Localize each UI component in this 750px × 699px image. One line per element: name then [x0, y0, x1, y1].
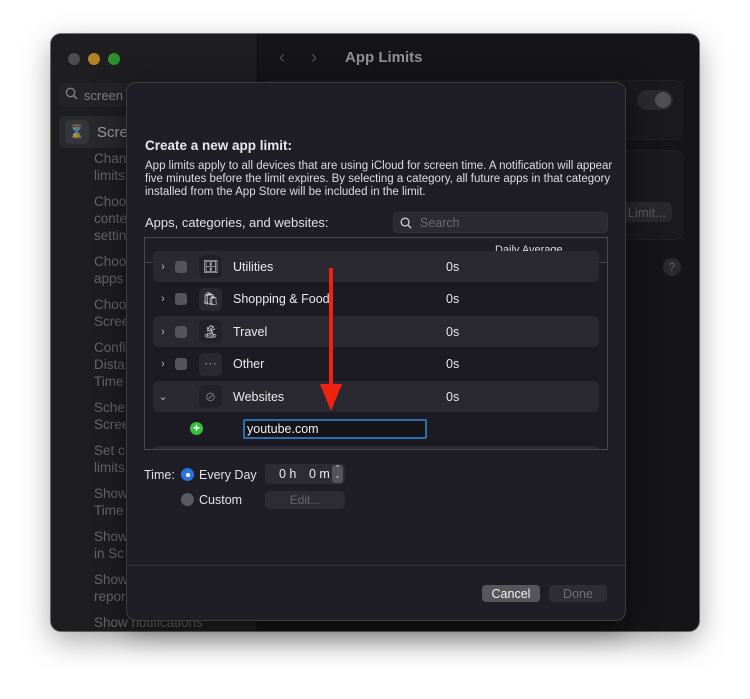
every-day-label[interactable]: Every Day	[199, 468, 257, 482]
minimize-window-button[interactable]	[88, 53, 100, 65]
page-title: App Limits	[345, 48, 423, 66]
hours-value[interactable]: 0 h	[279, 467, 296, 481]
website-url-input[interactable]	[243, 418, 427, 439]
search-icon	[400, 217, 412, 229]
row-name: Travel	[233, 324, 268, 339]
sheet-footer-divider	[127, 565, 625, 566]
row-name: Websites	[233, 389, 285, 404]
chevron-right-icon[interactable]: ›	[158, 293, 168, 305]
apps-search-field[interactable]	[393, 212, 608, 233]
help-button[interactable]: ?	[663, 258, 681, 276]
category-checkbox[interactable]	[175, 293, 187, 305]
cancel-button[interactable]: Cancel	[482, 585, 540, 602]
shopping-bag-icon: 🛍	[199, 287, 222, 311]
table-row-shopping-food[interactable]: › 🛍 Shopping & Food 0s	[153, 284, 599, 315]
chevron-right-icon[interactable]: ›	[158, 326, 168, 338]
back-button[interactable]: ‹	[279, 47, 293, 68]
hourglass-icon: ⌛	[65, 120, 89, 144]
row-name: Utilities	[233, 259, 274, 274]
row-daily-average: 0s	[446, 324, 460, 339]
app-limits-toggle[interactable]	[637, 90, 673, 110]
apps-list-label: Apps, categories, and websites:	[145, 215, 329, 230]
row-daily-average: 0s	[446, 389, 460, 404]
table-row-partial	[153, 445, 599, 449]
row-daily-average: 0s	[446, 357, 460, 371]
minutes-value[interactable]: 0 m	[309, 467, 330, 481]
sheet-title: Create a new app limit:	[145, 138, 293, 153]
custom-radio[interactable]	[181, 493, 194, 506]
ellipsis-icon: ⋯	[199, 352, 222, 376]
table-row-websites[interactable]: ⌄ ⊘ Websites 0s	[153, 381, 599, 412]
sidebar-search-value: screen t	[84, 87, 131, 103]
row-daily-average: 0s	[446, 292, 460, 306]
chevron-right-icon[interactable]: ›	[158, 261, 168, 273]
table-row-utilities[interactable]: › 🗄 Utilities 0s	[153, 251, 599, 282]
search-icon	[65, 87, 78, 103]
table-row-travel[interactable]: › 🏝 Travel 0s	[153, 316, 599, 347]
done-button[interactable]: Done	[549, 585, 607, 602]
forward-button[interactable]: ›	[311, 47, 325, 68]
every-day-radio[interactable]	[181, 468, 194, 481]
edit-custom-button[interactable]: Edit...	[265, 491, 345, 509]
chevron-right-icon[interactable]: ›	[158, 358, 168, 370]
close-window-button[interactable]	[68, 53, 80, 65]
window-controls	[68, 53, 120, 65]
toolbar: ‹ › App Limits	[257, 34, 699, 80]
chevron-down-icon[interactable]: ⌄	[158, 390, 168, 403]
add-limit-button[interactable]: Limit...	[621, 202, 672, 222]
category-checkbox[interactable]	[175, 325, 187, 338]
category-checkbox[interactable]	[175, 358, 187, 370]
add-website-button[interactable]: +	[190, 421, 203, 435]
table-rows: › 🗄 Utilities 0s › 🛍 Shopping & Food 0s …	[145, 251, 607, 449]
time-stepper[interactable]: ⌃ ⌄	[332, 465, 343, 483]
row-daily-average: 0s	[446, 259, 460, 274]
time-label: Time:	[144, 468, 175, 482]
new-app-limit-sheet: Create a new app limit: App limits apply…	[126, 82, 626, 621]
custom-label[interactable]: Custom	[199, 493, 242, 507]
time-limit-field[interactable]: 0 h 0 m ⌃ ⌄	[265, 464, 345, 484]
apps-table: Daily Average › 🗄 Utilities 0s › 🛍 Shopp…	[144, 237, 608, 450]
website-entry-row: +	[145, 414, 607, 446]
sheet-description: App limits apply to all devices that are…	[145, 160, 613, 198]
apps-search-input[interactable]	[418, 214, 602, 231]
table-row-other[interactable]: › ⋯ Other 0s	[153, 349, 599, 380]
palm-island-icon: 🏝	[199, 320, 222, 343]
utilities-icon: 🗄	[199, 255, 222, 278]
category-checkbox[interactable]	[175, 260, 187, 273]
row-name: Shopping & Food	[233, 292, 330, 306]
maximize-window-button[interactable]	[108, 53, 120, 65]
compass-icon: ⊘	[199, 385, 222, 408]
row-name: Other	[233, 357, 265, 371]
